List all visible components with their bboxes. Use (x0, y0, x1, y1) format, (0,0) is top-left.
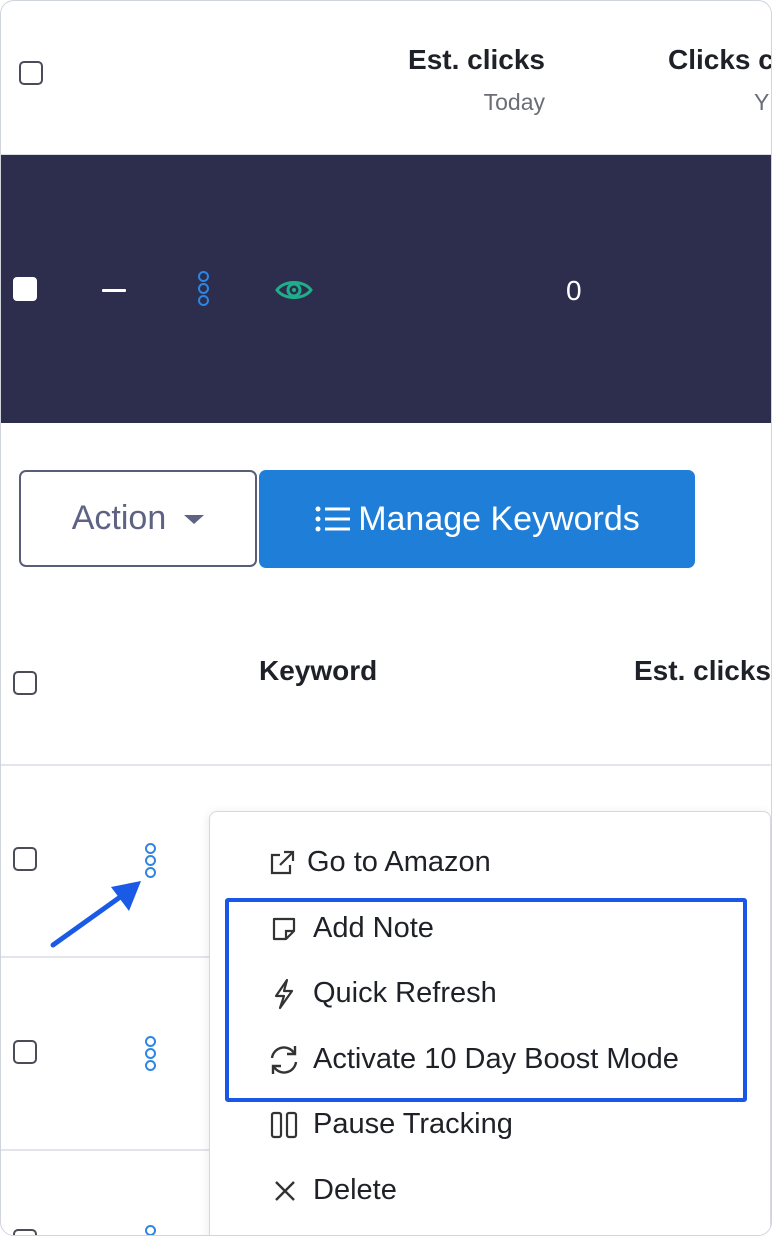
keyword-column-header[interactable]: Keyword (259, 655, 377, 687)
select-all-checkbox[interactable] (19, 61, 43, 85)
menu-item-delete[interactable]: Delete (271, 1174, 397, 1207)
action-dropdown-button[interactable]: Action (19, 470, 257, 567)
clicks-header[interactable]: Clicks c (668, 44, 771, 76)
select-all-keywords-checkbox[interactable] (13, 671, 37, 695)
app-frame: Est. clicks Today Clicks c Y 0 Action Ma… (0, 0, 772, 1236)
manage-keywords-label: Manage Keywords (358, 499, 640, 538)
keyword-row-checkbox[interactable] (13, 1040, 37, 1064)
menu-item-label: Go to Amazon (307, 846, 491, 878)
pointer-arrow-icon (50, 881, 141, 948)
est-clicks-subheader: Today (483, 89, 545, 115)
row-value: 0 (566, 275, 582, 306)
table-header: Est. clicks Today Clicks c Y (1, 1, 771, 155)
highlight-box (225, 898, 747, 1102)
manage-keywords-button[interactable]: Manage Keywords (259, 470, 695, 568)
eye-icon[interactable] (275, 277, 313, 303)
menu-item-pause-tracking[interactable]: Pause Tracking (269, 1108, 513, 1141)
list-icon (315, 506, 351, 532)
expand-dash[interactable] (102, 289, 126, 292)
clicks-subheader: Y (754, 89, 770, 115)
row-menu-icon[interactable] (145, 1036, 156, 1072)
row-menu-icon[interactable] (198, 271, 209, 307)
keyword-row-checkbox[interactable] (13, 1229, 37, 1235)
menu-item-label: Delete (313, 1174, 397, 1206)
close-icon (275, 1180, 295, 1201)
menu-item-label: Pause Tracking (313, 1108, 513, 1140)
keyword-table-header: Keyword Est. clicks (1, 601, 771, 766)
row-menu-icon[interactable] (145, 1225, 156, 1235)
row-checkbox[interactable] (13, 277, 37, 301)
action-label: Action (71, 499, 167, 537)
pause-icon (270, 1111, 298, 1138)
keyword-row-checkbox[interactable] (13, 847, 37, 871)
est-clicks-header[interactable]: Est. clicks (408, 44, 545, 76)
est-clicks-column-header[interactable]: Est. clicks (634, 655, 771, 687)
menu-item-go-to-amazon[interactable]: Go to Amazon (267, 846, 491, 879)
caret-down-icon (184, 515, 205, 524)
external-link-icon (270, 850, 295, 874)
